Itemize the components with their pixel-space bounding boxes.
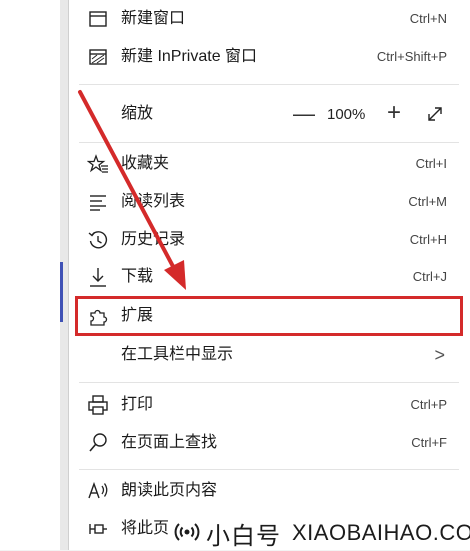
menu-shortcut: Ctrl+H — [409, 232, 447, 247]
watermark: 小白号 XIAOBAIHAO.COM — [170, 512, 470, 550]
menu-label: 收藏夹 — [121, 155, 170, 172]
menu-item-show-in-toolbar[interactable]: 在工具栏中显示 > — [69, 337, 469, 373]
menu-shortcut: Ctrl+J — [412, 269, 447, 284]
zoom-out-button[interactable]: — — [293, 103, 315, 125]
menu-item-zoom: 缩放 — 100% + — [69, 96, 469, 132]
menu-divider — [79, 84, 459, 85]
menu-item-print[interactable]: 打印 Ctrl+P — [69, 387, 469, 423]
menu-item-favorites[interactable]: 收藏夹 Ctrl+I — [69, 146, 469, 182]
menu-label: 在页面上查找 — [121, 434, 218, 451]
menu-divider — [79, 142, 459, 143]
menu-label: 朗读此页内容 — [121, 482, 218, 499]
browser-settings-menu: 新建窗口 Ctrl+N 新建 InPrivate 窗口 Ctrl+Shift+P… — [68, 0, 470, 550]
search-icon — [87, 432, 109, 454]
menu-item-find[interactable]: 在页面上查找 Ctrl+F — [69, 425, 469, 461]
menu-shortcut: Ctrl+N — [409, 11, 447, 26]
favorites-star-icon — [87, 153, 109, 175]
menu-label: 新建 InPrivate 窗口 — [121, 48, 258, 65]
menu-divider — [79, 469, 459, 470]
menu-shortcut: Ctrl+P — [410, 397, 447, 412]
read-aloud-icon — [87, 480, 109, 502]
menu-divider — [79, 382, 459, 383]
download-icon — [87, 266, 109, 288]
fullscreen-icon[interactable] — [425, 104, 445, 124]
new-window-icon — [87, 8, 109, 30]
background-page — [0, 0, 68, 550]
menu-item-read-aloud[interactable]: 朗读此页内容 — [69, 473, 469, 509]
inprivate-icon — [87, 46, 109, 68]
printer-icon — [87, 394, 109, 416]
menu-item-history[interactable]: 历史记录 Ctrl+H — [69, 222, 469, 258]
broadcast-icon — [174, 519, 200, 545]
menu-label: 将此页 — [121, 520, 170, 537]
menu-label: 打印 — [121, 396, 154, 413]
menu-shortcut: Ctrl+I — [415, 156, 447, 171]
reading-list-icon — [87, 191, 109, 213]
menu-shortcut: Ctrl+Shift+P — [376, 49, 447, 64]
menu-item-reading-list[interactable]: 阅读列表 Ctrl+M — [69, 184, 469, 220]
menu-label: 历史记录 — [121, 231, 186, 248]
history-icon — [87, 229, 109, 251]
zoom-label: 缩放 — [121, 105, 154, 122]
menu-label: 在工具栏中显示 — [121, 346, 234, 363]
page-accent-bar — [60, 262, 63, 322]
menu-label: 阅读列表 — [121, 193, 186, 210]
pin-icon — [87, 518, 109, 540]
menu-shortcut: Ctrl+F — [411, 435, 447, 450]
menu-item-new-window[interactable]: 新建窗口 Ctrl+N — [69, 1, 469, 37]
zoom-level: 100% — [327, 106, 366, 123]
menu-item-new-inprivate[interactable]: 新建 InPrivate 窗口 Ctrl+Shift+P — [69, 39, 469, 75]
watermark-text-cn: 小白号 — [206, 523, 281, 550]
menu-label: 下载 — [121, 268, 154, 285]
menu-label: 新建窗口 — [121, 10, 186, 27]
watermark-text-en: XIAOBAIHAO.COM — [292, 520, 470, 545]
extensions-highlight-box — [75, 296, 463, 336]
zoom-in-button[interactable]: + — [387, 101, 401, 125]
menu-item-downloads[interactable]: 下载 Ctrl+J — [69, 259, 469, 295]
chevron-right-icon: > — [434, 345, 445, 365]
menu-shortcut: Ctrl+M — [408, 194, 447, 209]
